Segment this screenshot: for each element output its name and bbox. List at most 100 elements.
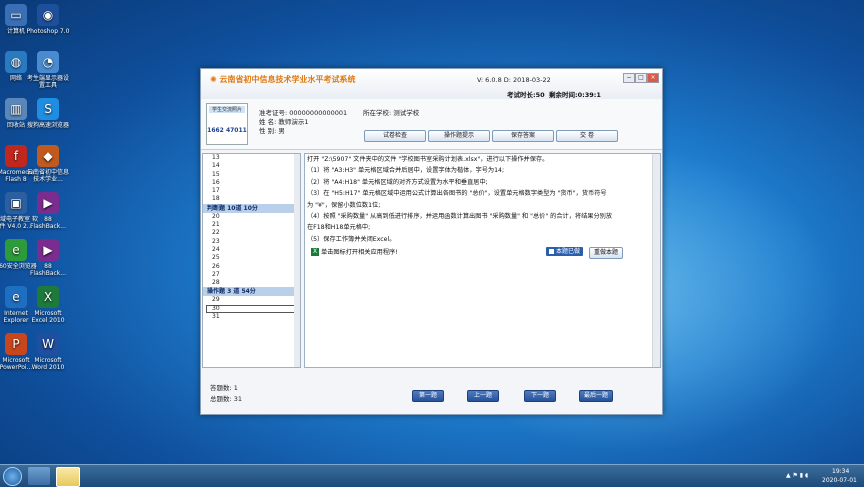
desktop-icon[interactable]: X Microsoft Excel 2010 (26, 286, 70, 324)
student-info-panel: 学生交流照片 1662 47011 准考证号: 00000000000001 姓… (201, 99, 662, 150)
submit-button[interactable]: 交 卷 (556, 130, 618, 142)
question-list: 13 14 15 16 17 18 判断题 10道 10分 20 21 22 23 24 25 26 27 2… (202, 153, 301, 368)
clock-time[interactable]: 19:34 (832, 468, 849, 475)
footer-bar: 答题数: 1 总题数: 31 第一题 上一题 下一题 最后一题 (201, 369, 662, 413)
check-paper-button[interactable]: 试卷检查 (364, 130, 426, 142)
version-info: V: 6.0.8 D: 2018-03-22 (477, 76, 551, 84)
desktop-app-icon: W (37, 333, 59, 355)
exam-app-taskbar-icon[interactable] (56, 467, 80, 487)
start-button[interactable] (3, 467, 22, 486)
op-hint-button[interactable]: 操作题提示 (428, 130, 490, 142)
first-question-button[interactable]: 第一题 (412, 390, 444, 402)
question-item[interactable]: 18 (203, 195, 300, 203)
desktop-icon-label: Microsoft Word 2010 (31, 357, 65, 371)
desktop-icon-label: Microsoft Excel 2010 (31, 310, 65, 324)
question-item[interactable]: 30 (206, 304, 297, 314)
exam-window: ✺ 云南省初中信息技术学业水平考试系统 V: 6.0.8 D: 2018-03-… (200, 68, 663, 415)
desktop-app-icon: ◆ (37, 145, 59, 167)
prev-question-button[interactable]: 上一题 (467, 390, 499, 402)
answered-count: 答题数: 1 (210, 384, 238, 392)
question-line: （5）保存工作簿并关闭Excel。 (307, 235, 396, 243)
desktop-icon[interactable]: ◉ Photoshop 7.0 (26, 4, 70, 35)
question-section-header: 操作题 3 道 54分 (203, 287, 300, 297)
question-text: 打开 "Z:\5907" 文件夹中的文件 "学校图书室采购计划表.xlsx"，进… (307, 154, 647, 245)
remaining-time: 剩余时间:0:39:1 (549, 91, 601, 99)
desktop-app-icon: f (5, 145, 27, 167)
excel-launch-icon[interactable]: X (311, 248, 319, 256)
exam-duration: 考试时长:50 (507, 91, 545, 99)
desktop-icon-label: 云南省初中信息技术学业... (26, 169, 69, 183)
redo-button[interactable]: 重做本题 (589, 247, 623, 259)
minimize-button[interactable]: − (623, 73, 635, 83)
desktop-app-icon: ▭ (5, 4, 27, 26)
question-item[interactable]: 31 (203, 313, 300, 321)
photo-number: 1662 47011 (207, 127, 247, 134)
question-item[interactable]: 25 (203, 254, 300, 262)
taskbar: ▲ ⚑ ▮ ◖ 19:34 2020-07-01 (0, 464, 864, 487)
desktop-icon-label: Photoshop 7.0 (26, 28, 70, 35)
window-header: ✺ 云南省初中信息技术学业水平考试系统 V: 6.0.8 D: 2018-03-… (201, 69, 662, 99)
student-gender: 性 别: 男 (259, 127, 285, 135)
desktop-icon[interactable]: S 搜狗高速浏览器 (26, 98, 70, 129)
maximize-button[interactable]: □ (635, 73, 647, 83)
next-question-button[interactable]: 下一题 (524, 390, 556, 402)
question-item[interactable]: 27 (203, 271, 300, 279)
desktop-app-icon: ▣ (5, 192, 27, 214)
desktop-app-icon: e (5, 286, 27, 308)
question-list-scrollbar[interactable] (294, 154, 300, 367)
close-button[interactable]: × (647, 73, 659, 83)
open-app-hint: X 单击图标打开相关应用程序! (311, 248, 398, 256)
question-item[interactable]: 22 (203, 229, 300, 237)
question-line: 为 "¥"，保留小数位数1位; (307, 201, 381, 209)
last-question-button[interactable]: 最后一题 (579, 390, 613, 402)
question-scrollbar[interactable] (652, 154, 660, 367)
desktop-icon-label: 88 FlashBack... (29, 216, 66, 230)
app-title: ✺ 云南省初中信息技术学业水平考试系统 (210, 75, 356, 84)
desktop-icon[interactable]: ▶ 88 FlashBack... (26, 239, 70, 277)
question-item[interactable]: 13 (203, 154, 300, 162)
question-item[interactable]: 14 (203, 162, 300, 170)
question-item[interactable]: 16 (203, 179, 300, 187)
photo-title: 学生交流照片 (209, 106, 245, 113)
question-item[interactable]: 26 (203, 263, 300, 271)
desktop-app-icon: S (37, 98, 59, 120)
desktop-app-icon: ▥ (5, 98, 27, 120)
question-line: （2）将 "A4:H18" 单元格区域的对齐方式设置为水平和垂直居中; (307, 178, 488, 186)
question-section-header: 判断题 10道 10分 (203, 203, 300, 213)
desktop-app-icon: ◍ (5, 51, 27, 73)
question-item[interactable]: 15 (203, 171, 300, 179)
checkbox-icon (549, 249, 554, 254)
question-line: 打开 "Z:\5907" 文件夹中的文件 "学校图书室采购计划表.xlsx"，进… (307, 156, 549, 163)
question-item[interactable]: 24 (203, 246, 300, 254)
question-item[interactable]: 28 (203, 279, 300, 287)
desktop-icon-label: 搜狗高速浏览器 (26, 122, 69, 129)
question-line: （1）将 "A3:H3" 单元格区域合并后居中，设置字体为楷体，字号为14; (307, 167, 505, 175)
tray-icons[interactable]: ▲ ⚑ ▮ ◖ (786, 472, 808, 479)
student-photo: 学生交流照片 1662 47011 (206, 103, 248, 145)
desktop-icon[interactable]: ◆ 云南省初中信息技术学业... (26, 145, 70, 183)
question-item[interactable]: 23 (203, 238, 300, 246)
question-item[interactable]: 21 (203, 221, 300, 229)
save-answer-button[interactable]: 保存答案 (492, 130, 554, 142)
total-count: 总题数: 31 (210, 395, 243, 403)
question-line: （3）在 "H5:H17" 单元格区域中运用公式计算出各图书的 "总价"，设置单… (307, 190, 607, 198)
desktop-icon[interactable]: W Microsoft Word 2010 (26, 333, 70, 371)
desktop-icon-label: 88 FlashBack... (29, 263, 66, 277)
explorer-taskbar-icon[interactable] (28, 467, 50, 485)
desktop-app-icon: X (37, 286, 59, 308)
question-line: （4）按照 "采购数量" 从高到低进行排序，并运用函数计算出图书 "采购数量" … (307, 213, 613, 221)
desktop-icon[interactable]: ▶ 88 FlashBack... (26, 192, 70, 230)
desktop-app-icon: ▶ (37, 192, 59, 214)
app-logo-icon: ✺ (210, 75, 217, 84)
clock-date[interactable]: 2020-07-01 (822, 477, 857, 484)
desktop-app-icon: P (5, 333, 27, 355)
question-item[interactable]: 17 (203, 187, 300, 195)
done-checkbox[interactable]: 本题已做 (546, 247, 584, 256)
desktop-app-icon: ◔ (37, 51, 59, 73)
question-line: 在F18和H18单元格中; (307, 224, 371, 232)
question-panel: 打开 "Z:\5907" 文件夹中的文件 "学校图书室采购计划表.xlsx"，进… (304, 153, 661, 368)
question-item[interactable]: 20 (203, 213, 300, 221)
desktop-icon[interactable]: ◔ 考生端显示器设置工具 (26, 51, 70, 89)
desktop-app-icon: e (5, 239, 27, 261)
question-item[interactable]: 29 (203, 296, 300, 304)
